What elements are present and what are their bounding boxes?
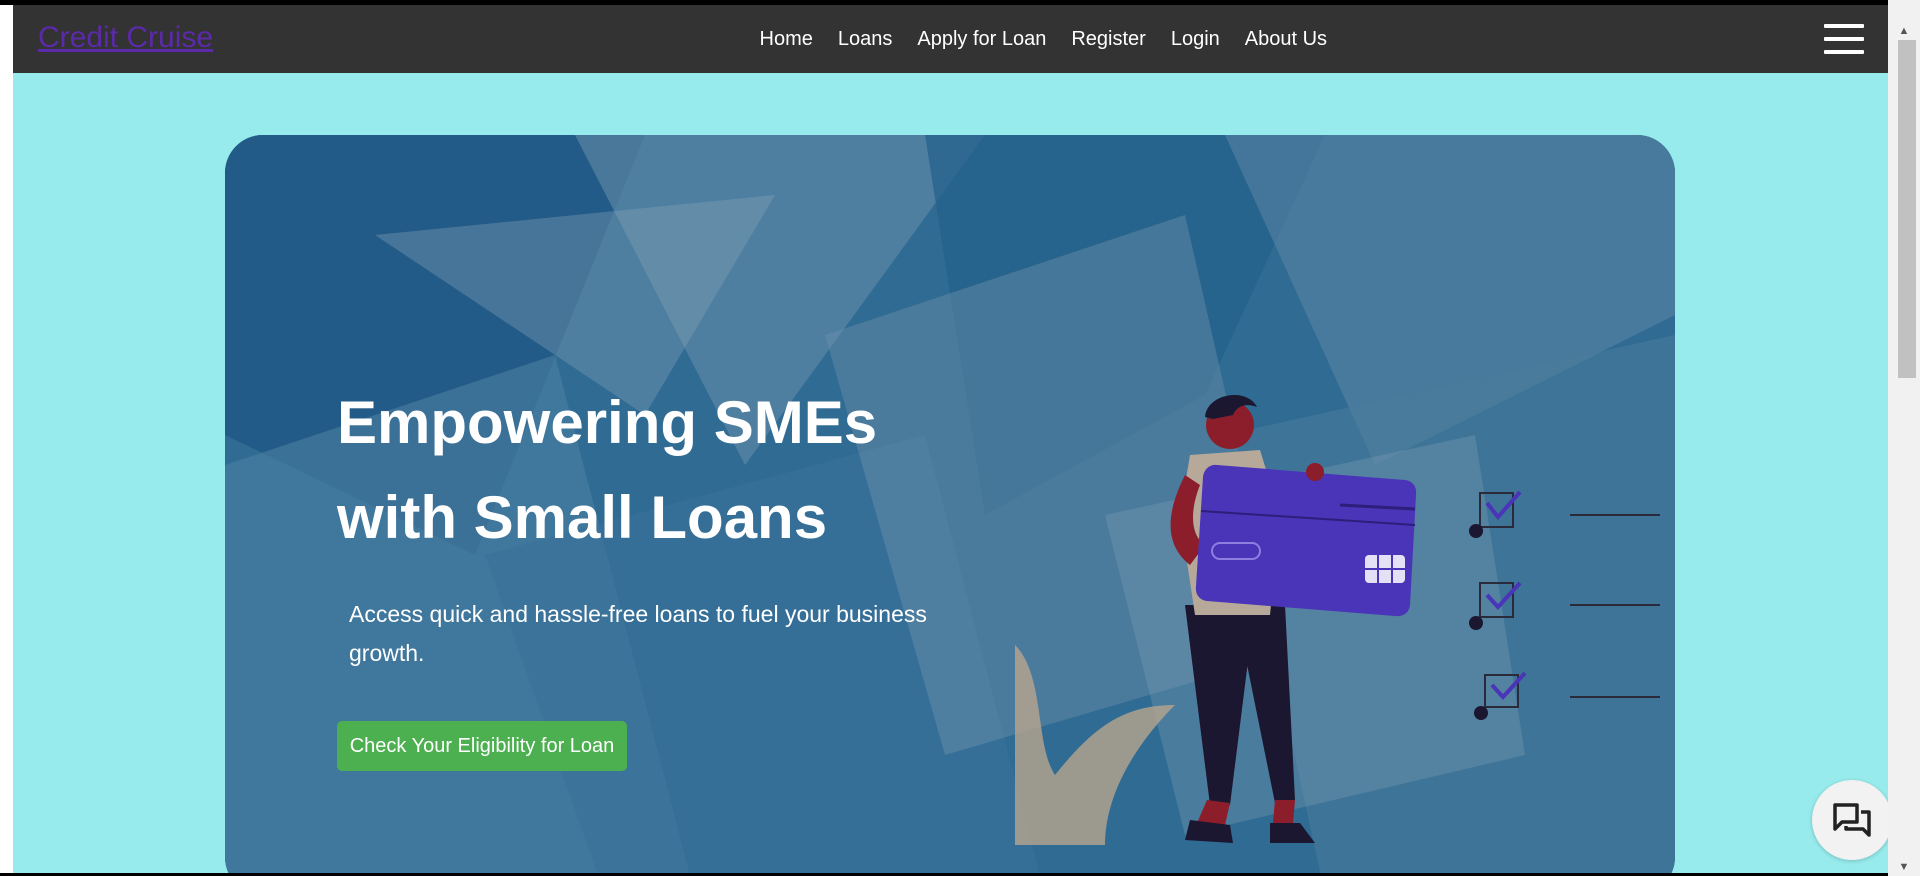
check-eligibility-button[interactable]: Check Your Eligibility for Loan [337,721,627,771]
checkbox-check-icon [1485,490,1527,700]
nav-link-home[interactable]: Home [747,28,825,51]
nav-link-register[interactable]: Register [1059,28,1158,51]
hero-title-line1: Empowering SMEs [337,389,878,456]
nav-link-login[interactable]: Login [1158,28,1232,51]
nav-links: Home Loans Apply for Loan Register Login… [747,5,1340,73]
person-holding-card-illustration [1015,394,1660,845]
scrollbar-thumb[interactable] [1898,40,1916,378]
chat-bubbles-icon [1833,803,1871,837]
brand-link[interactable]: Credit Cruise [38,21,213,55]
hero-banner: Empowering SMEs with Small Loans Access … [225,135,1675,873]
nav-link-apply-for-loan[interactable]: Apply for Loan [905,28,1059,51]
nav-link-loans[interactable]: Loans [825,28,905,51]
chat-button[interactable] [1812,780,1888,860]
hamburger-icon[interactable] [1824,24,1864,54]
navbar: Credit Cruise Home Loans Apply for Loan … [13,5,1888,73]
vertical-scrollbar[interactable]: ▲ ▼ [1888,0,1920,876]
hero-title: Empowering SMEs with Small Loans [337,375,977,565]
scroll-up-arrow-icon[interactable]: ▲ [1888,20,1920,42]
page: Credit Cruise Home Loans Apply for Loan … [13,5,1888,873]
hero-subtitle: Access quick and hassle-free loans to fu… [349,601,927,666]
nav-link-about-us[interactable]: About Us [1232,28,1339,51]
scroll-down-arrow-icon[interactable]: ▼ [1888,856,1920,876]
hero-title-line2: with Small Loans [337,484,828,551]
